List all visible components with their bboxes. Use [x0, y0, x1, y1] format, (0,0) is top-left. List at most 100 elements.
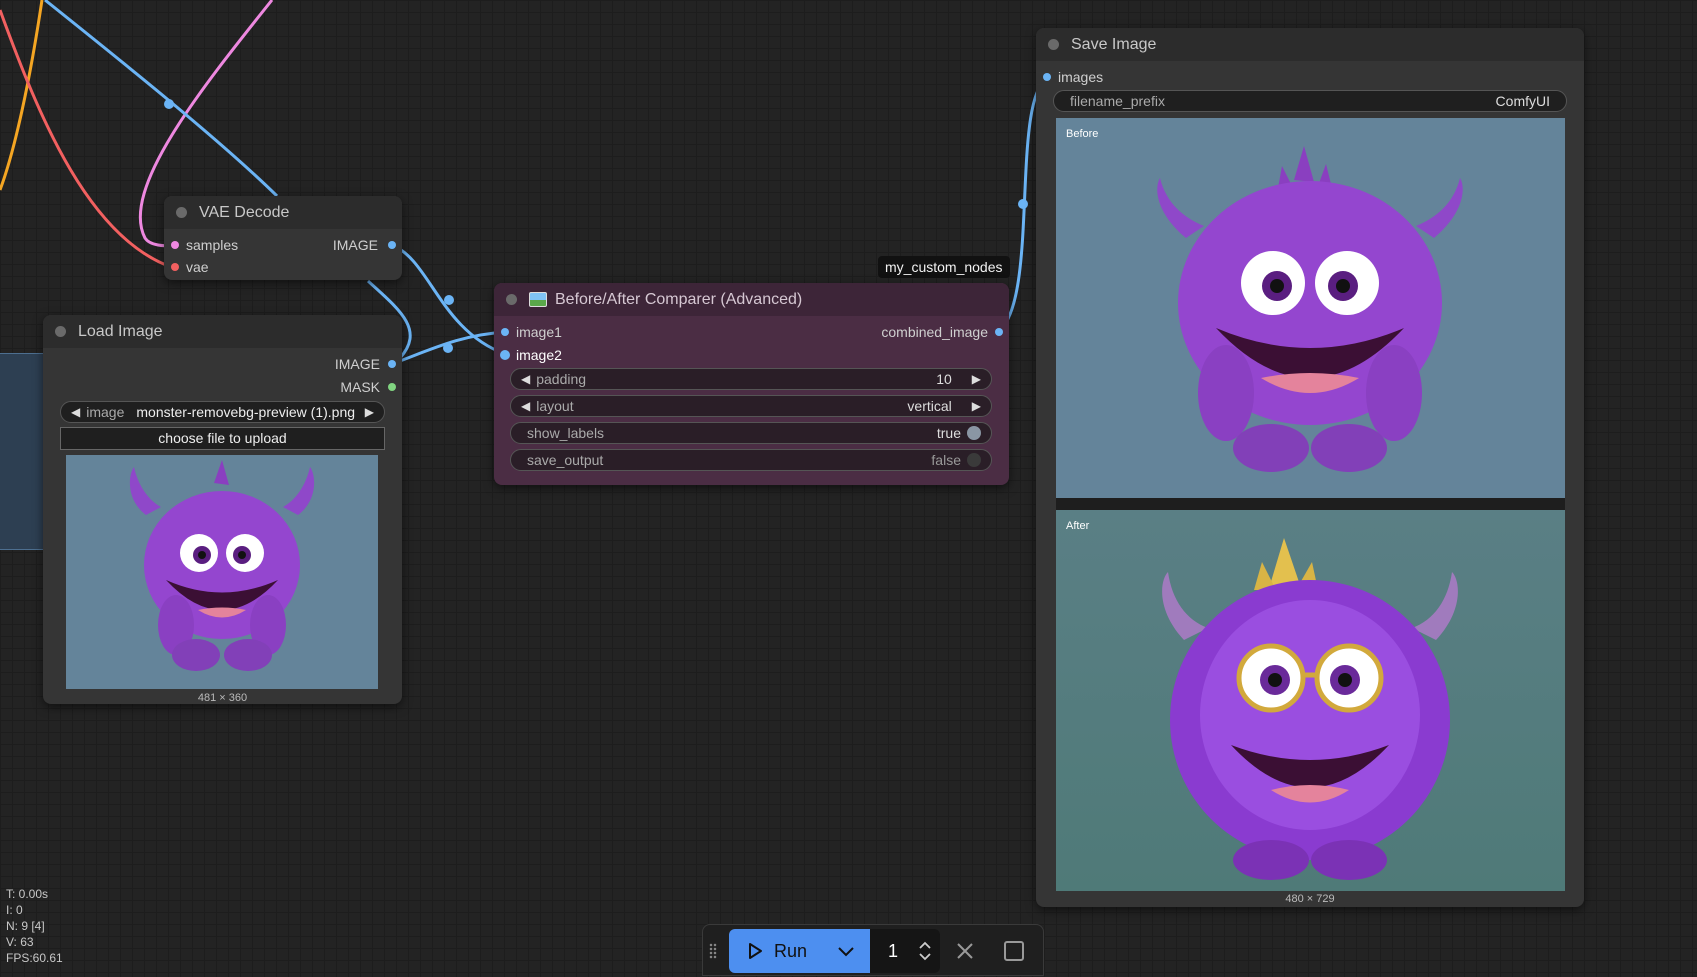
widget-label: save_output	[527, 452, 604, 468]
before-panel: Before	[1056, 118, 1565, 498]
arrow-left-icon[interactable]: ◀	[71, 405, 80, 419]
upload-button[interactable]: choose file to upload	[60, 427, 385, 450]
filename-prefix-widget[interactable]: filename_prefix ComfyUI	[1053, 90, 1567, 112]
input-slot-image2: image2	[516, 347, 562, 363]
node-title-bar[interactable]: VAE Decode	[164, 196, 402, 229]
wire-clip-orange	[0, 0, 44, 191]
batch-count-value[interactable]: 1	[888, 941, 898, 962]
node-title: Before/After Comparer (Advanced)	[555, 290, 803, 308]
arrow-right-icon[interactable]: ▶	[365, 405, 374, 419]
output-slot-mask-dot[interactable]	[388, 383, 396, 391]
widget-value: false	[931, 452, 961, 468]
node-title-bar[interactable]: Before/After Comparer (Advanced)	[494, 283, 1009, 316]
stat-vertices: V: 63	[6, 935, 34, 949]
widget-value: monster-removebg-preview (1).png	[136, 404, 356, 420]
collapse-dot-icon[interactable]	[176, 207, 187, 218]
node-title-bar[interactable]: Save Image	[1036, 28, 1584, 61]
after-label: After	[1066, 520, 1090, 532]
layout-combo-widget[interactable]: ◀ layout vertical ▶	[510, 395, 992, 417]
offscreen-node-fragment	[0, 353, 44, 550]
chevron-up-icon[interactable]	[918, 939, 932, 951]
widget-value: vertical	[907, 398, 952, 414]
widget-value: true	[936, 425, 961, 441]
close-icon[interactable]	[955, 941, 975, 961]
arrow-right-icon[interactable]: ▶	[972, 399, 981, 413]
input-slot-image1-dot[interactable]	[501, 328, 509, 336]
output-slot-combined-image-dot[interactable]	[995, 328, 1003, 336]
stop-icon[interactable]	[1003, 940, 1025, 962]
image-combo-widget[interactable]: ◀ image monster-removebg-preview (1).png…	[60, 401, 385, 423]
output-slot-image-dot[interactable]	[388, 241, 396, 249]
arrow-left-icon[interactable]: ◀	[521, 372, 530, 386]
toggle-off-icon[interactable]	[967, 453, 981, 467]
run-button[interactable]: Run	[729, 929, 870, 973]
collapse-dot-icon[interactable]	[506, 294, 517, 305]
output-slot-image: IMAGE	[332, 237, 378, 253]
after-panel: After	[1056, 510, 1565, 891]
save-image-node[interactable]: Save Image images filename_prefix ComfyU…	[1036, 28, 1584, 907]
arrow-left-icon[interactable]: ◀	[521, 399, 530, 413]
node-title: VAE Decode	[199, 203, 290, 221]
play-icon	[749, 943, 762, 959]
image-preview	[66, 455, 378, 689]
stat-nodes: N: 9 [4]	[6, 919, 45, 933]
widget-label: layout	[536, 398, 574, 414]
combined-image-preview: Before After	[1056, 118, 1565, 891]
node-title: Load Image	[78, 322, 163, 340]
monster-image	[129, 460, 315, 671]
padding-number-widget[interactable]: ◀ padding 10 ▶	[510, 368, 992, 390]
batch-count-stepper[interactable]: 1	[870, 929, 940, 973]
input-slot-samples: samples	[186, 237, 239, 253]
widget-value: 10	[936, 371, 952, 387]
input-slot-image1: image1	[516, 324, 562, 340]
widget-label: show_labels	[527, 425, 605, 441]
custom-nodes-badge: my_custom_nodes	[878, 256, 1010, 278]
collapse-dot-icon[interactable]	[1048, 39, 1059, 50]
input-slot-vae-dot[interactable]	[171, 263, 179, 271]
run-label: Run	[774, 940, 808, 961]
load-image-node[interactable]: Load Image IMAGE MASK ◀ image monster-re…	[43, 315, 402, 704]
input-slot-images: images	[1058, 69, 1104, 85]
widget-label: filename_prefix	[1070, 93, 1165, 109]
wire-image-blue-top	[44, 0, 279, 198]
collapse-dot-icon[interactable]	[55, 326, 66, 337]
vae-decode-node[interactable]: VAE Decode samples vae IMAGE	[164, 196, 402, 280]
comparer-node[interactable]: Before/After Comparer (Advanced) image1 …	[494, 283, 1009, 485]
input-slot-samples-dot[interactable]	[171, 241, 179, 249]
monster-before-image	[1157, 146, 1463, 472]
node-title: Save Image	[1071, 35, 1157, 53]
wire-vae-red	[0, 9, 175, 270]
stat-iterations: I: 0	[6, 903, 23, 917]
stepper-arrows	[918, 939, 932, 963]
input-slot-images-dot[interactable]	[1043, 73, 1051, 81]
widget-value: ComfyUI	[1495, 93, 1550, 109]
wire-vae-image-to-comparer	[391, 243, 506, 356]
before-label: Before	[1066, 128, 1099, 140]
output-slot-image: IMAGE	[334, 356, 380, 372]
chevron-down-icon[interactable]	[836, 941, 856, 961]
output-slot-combined-image: combined_image	[881, 324, 988, 340]
arrow-right-icon[interactable]: ▶	[972, 372, 981, 386]
preview-size-caption: 481 × 360	[197, 692, 248, 704]
stat-fps: FPS:60.61	[6, 951, 63, 965]
monster-after-image	[1162, 538, 1458, 880]
stat-time: T: 0.00s	[6, 887, 49, 901]
save-output-toggle[interactable]: save_output false	[510, 449, 992, 471]
show-labels-toggle[interactable]: show_labels true	[510, 422, 992, 444]
input-slot-image2-dot[interactable]	[500, 350, 510, 360]
image-frame-icon	[529, 292, 547, 307]
node-title-bar[interactable]: Load Image	[43, 315, 402, 348]
chevron-down-icon[interactable]	[918, 951, 932, 963]
widget-label: padding	[536, 371, 587, 387]
widget-label: image	[86, 404, 125, 420]
preview-size-caption: 480 × 729	[1285, 893, 1335, 905]
badge-label: my_custom_nodes	[885, 259, 1003, 275]
output-slot-mask: MASK	[340, 379, 380, 395]
queue-toolbar: Run 1	[702, 924, 1044, 976]
toggle-on-icon[interactable]	[967, 426, 981, 440]
drag-handle-icon[interactable]	[709, 943, 717, 959]
input-slot-vae: vae	[186, 259, 209, 275]
wire-load-image-to-comparer	[391, 330, 506, 366]
upload-button-label: choose file to upload	[158, 430, 287, 446]
output-slot-image-dot[interactable]	[388, 360, 396, 368]
